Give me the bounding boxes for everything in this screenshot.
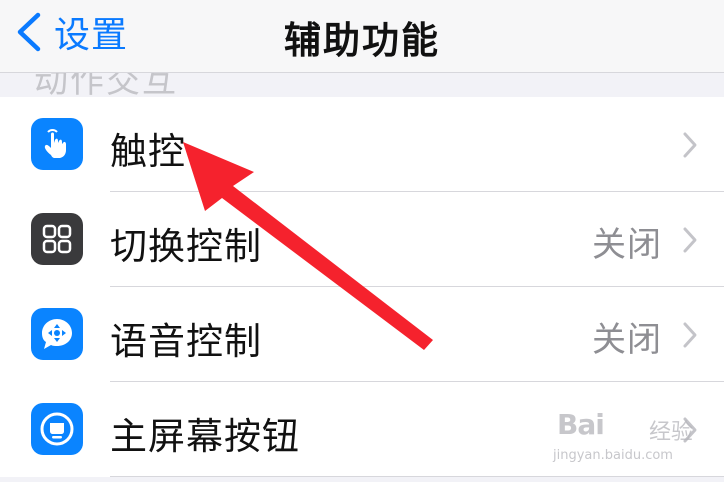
watermark-url: jingyan.baidu.com xyxy=(553,448,673,463)
row-separator xyxy=(110,476,724,477)
home-button-icon xyxy=(31,403,83,455)
row-label: 触控 xyxy=(110,130,186,173)
row-touch[interactable]: 触控 xyxy=(0,97,724,192)
chevron-right-icon xyxy=(683,132,697,158)
chevron-right-icon xyxy=(683,322,697,348)
switch-grid-icon xyxy=(31,213,83,265)
watermark: Bai 经验 jingyan.baidu.com xyxy=(553,408,703,470)
row-label: 语音控制 xyxy=(110,320,262,363)
page-title: 辅助功能 xyxy=(284,19,440,62)
row-label: 切换控制 xyxy=(110,225,262,268)
section-header-label: 动作交互 xyxy=(34,72,178,98)
row-value: 关闭 xyxy=(592,320,662,360)
hand-tap-icon xyxy=(31,118,83,170)
voice-control-icon xyxy=(31,308,83,360)
watermark-brand-tail: 经验 xyxy=(649,420,694,445)
nav-bar: 设置 辅助功能 xyxy=(0,0,724,72)
chevron-right-icon xyxy=(683,227,697,253)
row-switch-control[interactable]: 切换控制 关闭 xyxy=(0,192,724,287)
watermark-brand: Bai xyxy=(557,408,605,441)
row-voice-control[interactable]: 语音控制 关闭 xyxy=(0,287,724,382)
row-value: 关闭 xyxy=(592,225,662,265)
row-label: 主屏幕按钮 xyxy=(110,415,300,458)
section-header: 动作交互 xyxy=(0,72,724,98)
